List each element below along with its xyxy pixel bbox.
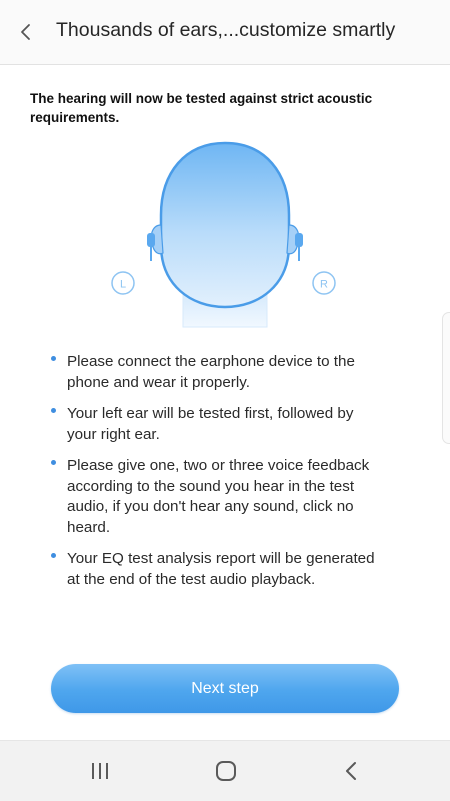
instruction-text: Please give one, two or three voice feed… [67, 457, 370, 536]
right-ear-label: R [320, 279, 328, 291]
instruction-item: Please connect the earphone device to th… [48, 352, 380, 393]
instruction-text: Your EQ test analysis report will be gen… [67, 550, 375, 588]
left-ear-label: L [120, 279, 126, 291]
left-earphone-icon [147, 233, 155, 247]
edge-panel-handle[interactable] [442, 312, 450, 444]
instruction-text: Your left ear will be tested first, foll… [67, 405, 354, 443]
back-icon[interactable] [340, 759, 364, 783]
intro-text: The hearing will now be tested against s… [30, 91, 373, 125]
next-step-button[interactable]: Next step [51, 664, 399, 713]
page-title: Thousands of ears,...customize smartly [56, 19, 396, 41]
bullet-icon [51, 553, 56, 558]
instruction-item: Your EQ test analysis report will be gen… [48, 549, 380, 590]
app-header: Thousands of ears,...customize smartly [0, 0, 450, 65]
bullet-icon [51, 460, 56, 465]
right-ear-badge: R [312, 271, 336, 295]
home-icon[interactable] [214, 759, 238, 783]
right-earphone-icon [295, 233, 303, 247]
instruction-item: Please give one, two or three voice feed… [48, 456, 380, 538]
back-button[interactable] [10, 16, 42, 48]
instruction-text: Please connect the earphone device to th… [67, 353, 355, 391]
left-ear-badge: L [111, 271, 135, 295]
bullet-icon [51, 408, 56, 413]
instruction-list: Please connect the earphone device to th… [48, 352, 380, 601]
chevron-left-icon [21, 24, 30, 40]
recent-apps-icon[interactable] [88, 759, 112, 783]
instruction-item: Your left ear will be tested first, foll… [48, 404, 380, 445]
bullet-icon [51, 356, 56, 361]
head-illustration: L R [111, 141, 336, 328]
system-navigation-bar [0, 740, 450, 801]
